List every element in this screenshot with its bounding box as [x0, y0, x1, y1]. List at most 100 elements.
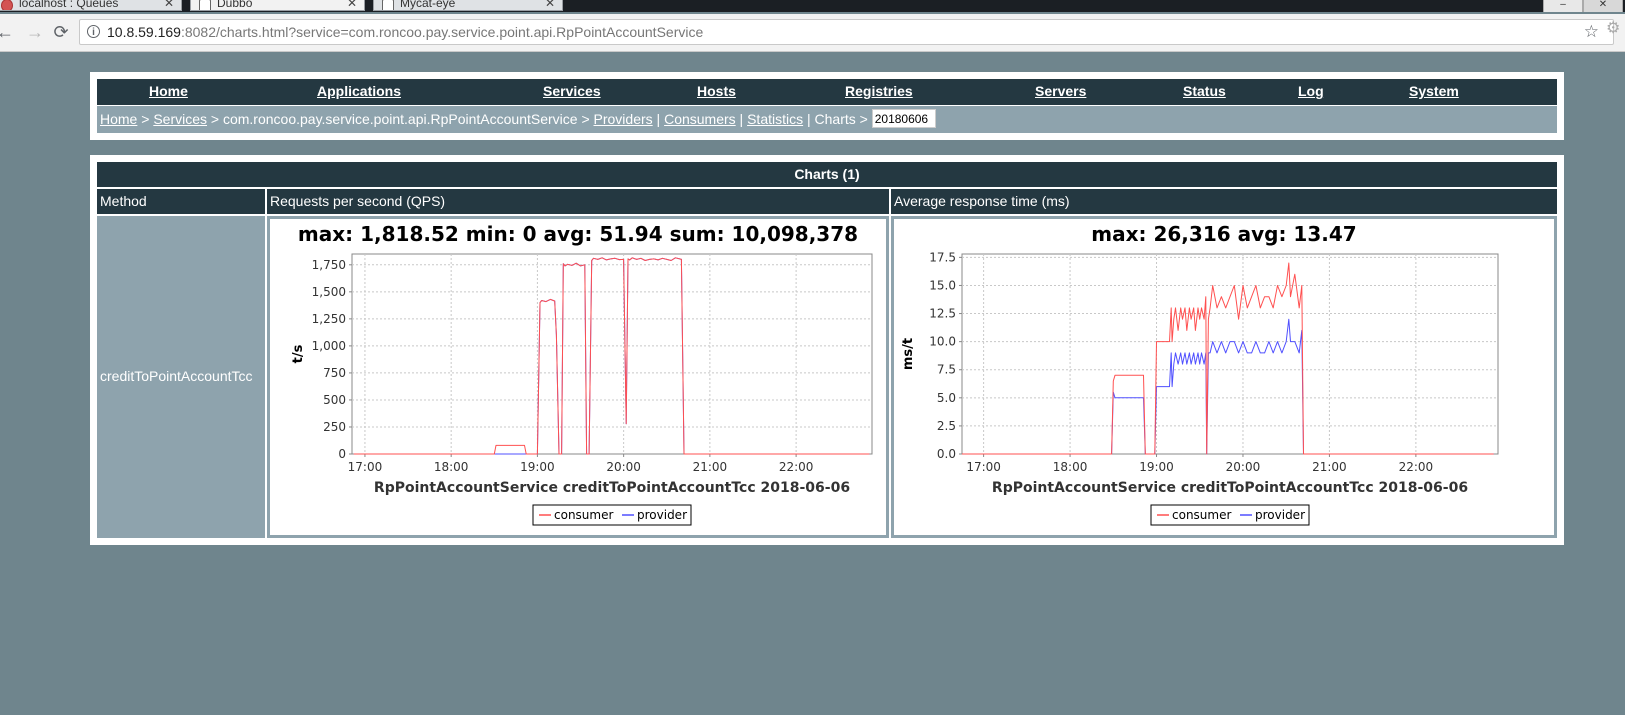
- close-window-button[interactable]: ✕: [1583, 0, 1623, 12]
- y-axis-label: ms/t: [901, 338, 916, 370]
- date-input[interactable]: 20180606: [871, 109, 936, 129]
- browser-tab-mycat[interactable]: Mycat-eye ✕: [373, 0, 563, 11]
- column-header-method: Method: [97, 189, 265, 214]
- main-menu: Home Applications Services Hosts Registr…: [97, 79, 1557, 105]
- y-tick-label: 7.5: [937, 363, 956, 377]
- art-chart-container: max: 26,316 avg: 13.47 17:00 18:00 19:00 20:…: [894, 219, 1554, 535]
- browser-tabstrip: localhost : Queues ✕ Dubbo ✕ Mycat-eye ✕…: [0, 0, 1625, 12]
- address-bar[interactable]: i 10.8.59.169:8082/charts.html?service=c…: [79, 19, 1614, 45]
- browser-tab-queues[interactable]: localhost : Queues ✕: [0, 0, 182, 11]
- plot-area: [351, 253, 873, 455]
- x-tick-label: 17:00: [966, 460, 1001, 474]
- menu-status[interactable]: Status: [1183, 83, 1226, 99]
- qps-chart: max: 1,818.52 min: 0 avg: 51.94 sum: 10,…: [291, 222, 873, 526]
- y-tick-label: 1,000: [312, 339, 346, 353]
- link-consumers[interactable]: Consumers: [664, 111, 736, 127]
- y-tick-label: 500: [323, 393, 346, 407]
- browser-tab-title: localhost : Queues: [19, 0, 119, 10]
- x-tick-label: 22:00: [1399, 460, 1434, 474]
- extension-icon[interactable]: ⚙: [1606, 18, 1620, 38]
- y-tick-label: 1,250: [312, 312, 346, 326]
- x-tick-label: 18:00: [1053, 460, 1088, 474]
- column-header-qps: Requests per second (QPS): [267, 189, 889, 214]
- breadcrumb-home[interactable]: Home: [100, 111, 137, 127]
- breadcrumb-services[interactable]: Services: [153, 111, 207, 127]
- x-tick-label: 21:00: [693, 460, 728, 474]
- column-header-art: Average response time (ms): [891, 189, 1557, 214]
- charts-panel: Charts (1) Method Requests per second (Q…: [90, 155, 1564, 545]
- x-tick-label: 17:00: [348, 460, 383, 474]
- y-axis-label: t/s: [291, 344, 306, 363]
- minimize-button[interactable]: –: [1543, 0, 1583, 12]
- navigation-panel: Home Applications Services Hosts Registr…: [90, 72, 1564, 140]
- y-tick-label: 5.0: [937, 391, 956, 405]
- x-tick-label: 18:00: [434, 460, 469, 474]
- x-tick-label: 20:00: [606, 460, 641, 474]
- link-providers[interactable]: Providers: [594, 111, 653, 127]
- bookmark-star-icon[interactable]: ☆: [1584, 22, 1599, 42]
- breadcrumb: Home > Services > com.roncoo.pay.service…: [97, 106, 1557, 133]
- info-icon[interactable]: i: [87, 25, 100, 38]
- browser-tab-title: Dubbo: [217, 0, 253, 10]
- x-tick-label: 19:00: [520, 460, 555, 474]
- x-tick-label: 22:00: [779, 460, 814, 474]
- y-tick-label: 1,500: [312, 285, 346, 299]
- y-tick-label: 17.5: [929, 250, 956, 264]
- page-favicon-icon: [382, 0, 394, 10]
- forward-arrow-icon[interactable]: →: [24, 21, 46, 43]
- browser-toolbar: ← → ⟳ i 10.8.59.169:8082/charts.html?ser…: [0, 14, 1625, 52]
- link-statistics[interactable]: Statistics: [747, 111, 803, 127]
- y-tick-label: 750: [323, 366, 346, 380]
- menu-system[interactable]: System: [1409, 83, 1459, 99]
- breadcrumb-separator: |: [735, 111, 748, 127]
- y-tick-label: 0.0: [937, 447, 956, 461]
- close-icon[interactable]: ✕: [545, 0, 555, 10]
- menu-home[interactable]: Home: [149, 83, 188, 99]
- page-favicon-icon: [199, 0, 211, 10]
- close-icon[interactable]: ✕: [347, 0, 357, 10]
- reload-icon[interactable]: ⟳: [50, 21, 72, 43]
- method-cell: creditToPointAccountTcc: [97, 216, 265, 538]
- close-icon[interactable]: ✕: [164, 0, 174, 10]
- breadcrumb-separator: |: [652, 111, 665, 127]
- y-tick-label: 15.0: [929, 278, 956, 292]
- x-tick-label: 21:00: [1312, 460, 1347, 474]
- legend-label-consumer: consumer: [1172, 508, 1231, 522]
- breadcrumb-charts: | Charts >: [803, 111, 872, 127]
- menu-services[interactable]: Services: [543, 83, 601, 99]
- table-title: Charts (1): [97, 162, 1557, 187]
- menu-registries[interactable]: Registries: [845, 83, 913, 99]
- menu-servers[interactable]: Servers: [1035, 83, 1086, 99]
- y-tick-label: 10.0: [929, 335, 956, 349]
- x-tick-label: 20:00: [1226, 460, 1261, 474]
- plot-area: [961, 253, 1499, 455]
- qps-chart-container: max: 1,818.52 min: 0 avg: 51.94 sum: 10,…: [270, 219, 886, 535]
- y-tick-label: 12.5: [929, 307, 956, 321]
- browser-tab-title: Mycat-eye: [400, 0, 456, 10]
- x-tick-label: 19:00: [1139, 460, 1174, 474]
- browser-tab-dubbo[interactable]: Dubbo ✕: [190, 0, 365, 11]
- menu-hosts[interactable]: Hosts: [697, 83, 736, 99]
- x-axis-label: RpPointAccountService creditToPointAccou…: [992, 480, 1468, 496]
- legend-label-provider: provider: [1255, 508, 1305, 522]
- y-tick-label: 250: [323, 420, 346, 434]
- back-arrow-icon[interactable]: ←: [0, 21, 16, 43]
- art-chart: max: 26,316 avg: 13.47 17:00 18:00 19:00 20:…: [901, 222, 1499, 526]
- url-text: 10.8.59.169:8082/charts.html?service=com…: [107, 24, 704, 40]
- legend-label-provider: provider: [637, 508, 687, 522]
- method-name: creditToPointAccountTcc: [100, 368, 253, 384]
- y-tick-label: 1,750: [312, 258, 346, 272]
- chart-title: max: 26,316 avg: 13.47: [1091, 222, 1356, 246]
- rabbitmq-favicon-icon: [1, 0, 13, 10]
- breadcrumb-service-name: > com.roncoo.pay.service.point.api.RpPoi…: [207, 111, 594, 127]
- chart-title: max: 1,818.52 min: 0 avg: 51.94 sum: 10,…: [298, 222, 858, 246]
- x-axis-label: RpPointAccountService creditToPointAccou…: [374, 480, 850, 496]
- breadcrumb-separator: >: [137, 111, 154, 127]
- qps-chart-cell: max: 1,818.52 min: 0 avg: 51.94 sum: 10,…: [267, 216, 889, 538]
- legend-label-consumer: consumer: [554, 508, 613, 522]
- menu-applications[interactable]: Applications: [317, 83, 401, 99]
- y-tick-label: 0: [338, 447, 346, 461]
- y-tick-label: 2.5: [937, 419, 956, 433]
- art-chart-cell: max: 26,316 avg: 13.47 17:00 18:00 19:00 20:…: [891, 216, 1557, 538]
- menu-log[interactable]: Log: [1298, 83, 1324, 99]
